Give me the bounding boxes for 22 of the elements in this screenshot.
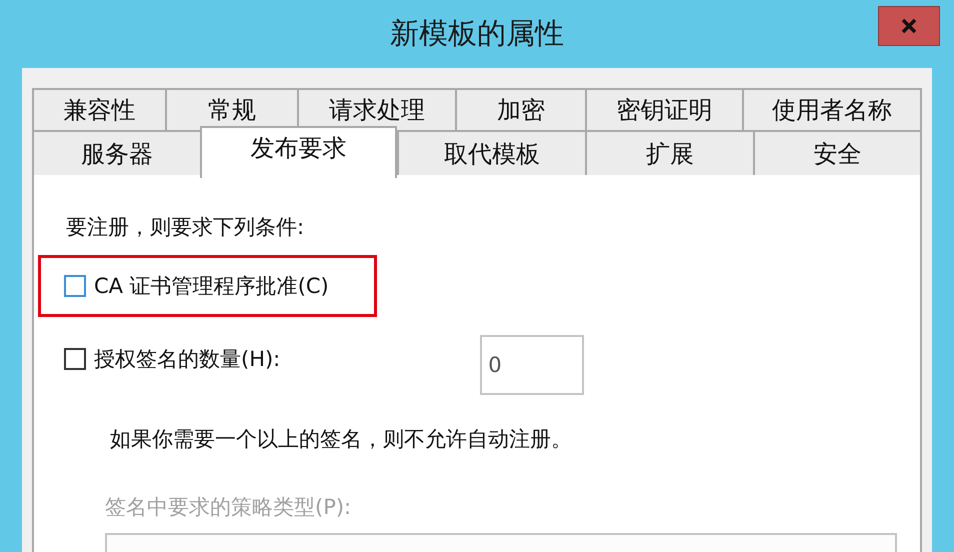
tab[interactable]: 兼容性 bbox=[32, 88, 165, 130]
checkbox[interactable] bbox=[64, 275, 86, 297]
tab[interactable]: 扩展 bbox=[585, 130, 753, 175]
close-icon bbox=[900, 17, 918, 35]
tab[interactable]: 使用者名称 bbox=[742, 88, 922, 130]
checkbox-label: CA 证书管理程序批准(C) bbox=[94, 273, 329, 300]
tab[interactable]: 服务器 bbox=[32, 130, 200, 175]
close-button[interactable] bbox=[878, 6, 940, 46]
tab[interactable]: 常规 bbox=[165, 88, 297, 130]
info-text: 如果你需要一个以上的签名，则不允许自动注册。 bbox=[110, 426, 573, 453]
tab[interactable]: 取代模板 bbox=[397, 130, 585, 175]
section-label: 要注册，则要求下列条件: bbox=[66, 215, 304, 239]
tab[interactable]: 发布要求 bbox=[200, 126, 397, 178]
signature-count-field[interactable]: 0 bbox=[480, 335, 584, 395]
window-title: 新模板的属性 bbox=[390, 15, 564, 52]
policy-type-label: 签名中要求的策略类型(P): bbox=[105, 494, 352, 521]
checkbox[interactable] bbox=[64, 348, 86, 370]
tab[interactable]: 安全 bbox=[753, 130, 922, 175]
tab[interactable]: 加密 bbox=[455, 88, 585, 130]
checkbox-label: 授权签名的数量(H): bbox=[94, 346, 280, 373]
tab[interactable]: 密钥证明 bbox=[585, 88, 742, 130]
tab[interactable]: 请求处理 bbox=[297, 88, 455, 130]
